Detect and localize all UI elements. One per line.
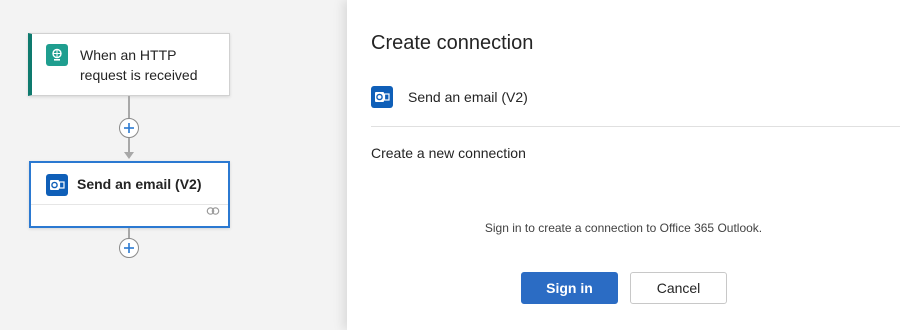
add-step-button[interactable] <box>119 238 139 258</box>
plus-icon <box>124 243 134 253</box>
link-icon <box>206 203 220 221</box>
sign-in-button[interactable]: Sign in <box>521 272 618 304</box>
plus-icon <box>124 123 134 133</box>
connector-line <box>128 228 130 238</box>
section-title: Create a new connection <box>371 145 526 161</box>
create-connection-panel: Create connection Send an email (V2) Cre… <box>347 0 900 330</box>
add-step-button[interactable] <box>119 118 139 138</box>
action-title: Send an email (V2) <box>77 176 202 192</box>
trigger-card[interactable]: When an HTTP request is received <box>28 33 230 96</box>
connector-line <box>128 138 130 153</box>
send-email-action-card[interactable]: Send an email (V2) <box>29 161 230 228</box>
outlook-icon <box>371 86 393 108</box>
connector-row: Send an email (V2) <box>371 86 528 108</box>
cancel-button[interactable]: Cancel <box>630 272 727 304</box>
outlook-icon <box>46 174 68 196</box>
card-divider <box>31 204 228 205</box>
http-request-icon <box>46 44 68 66</box>
connector-name: Send an email (V2) <box>408 89 528 105</box>
trigger-title: When an HTTP request is received <box>80 47 198 83</box>
connector-line <box>128 96 130 118</box>
panel-divider <box>371 126 900 127</box>
panel-title: Create connection <box>371 32 534 54</box>
workflow-designer-canvas: When an HTTP request is received Send an… <box>0 0 347 330</box>
arrow-down-icon <box>124 152 134 159</box>
signin-message: Sign in to create a connection to Office… <box>484 221 763 235</box>
